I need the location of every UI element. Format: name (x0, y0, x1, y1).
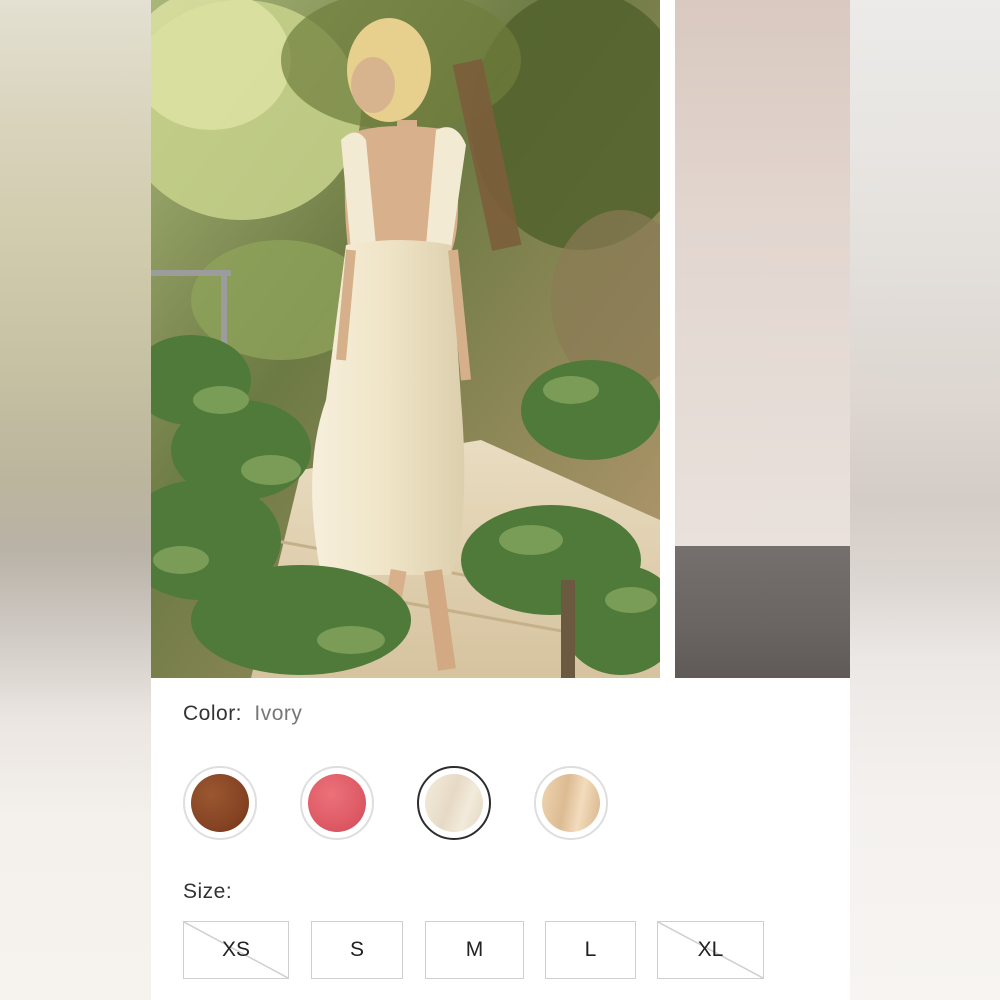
wall-area (675, 0, 850, 546)
size-option-label: XS (221, 938, 250, 961)
swatch-fill (425, 774, 483, 832)
size-option-label: S (349, 938, 364, 961)
color-swatch-ivory[interactable] (417, 766, 491, 840)
size-option-m[interactable]: M (425, 921, 524, 979)
size-option-label: M (465, 938, 484, 961)
size-option-xs[interactable]: XS (183, 921, 289, 979)
size-option-l[interactable]: L (545, 921, 636, 979)
product-image-secondary[interactable] (675, 0, 850, 678)
color-swatch-tan[interactable] (534, 766, 608, 840)
size-option-label: L (584, 938, 597, 961)
swatch-fill (308, 774, 366, 832)
product-card: Color: Ivory Size: XS S M L XL (151, 0, 850, 1000)
color-swatch-coral[interactable] (300, 766, 374, 840)
product-image-main[interactable] (151, 0, 660, 678)
swatch-fill (542, 774, 600, 832)
selected-color-value: Ivory (254, 702, 303, 725)
swatch-fill (191, 774, 249, 832)
background-right (850, 0, 1000, 1000)
color-swatch-brown[interactable] (183, 766, 257, 840)
size-label: Size: (183, 880, 233, 903)
garden-photo-illustration (151, 0, 660, 678)
color-heading: Color: Ivory (183, 702, 302, 726)
size-option-label: XL (697, 938, 724, 961)
size-option-s[interactable]: S (311, 921, 403, 979)
floor-area (675, 546, 850, 678)
size-option-xl[interactable]: XL (657, 921, 764, 979)
color-label: Color: (183, 702, 243, 725)
